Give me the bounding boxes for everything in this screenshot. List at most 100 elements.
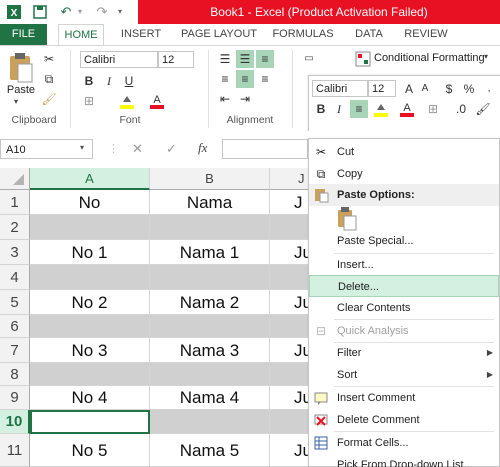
cell-c1[interactable]: J <box>270 190 310 215</box>
row-header[interactable]: 3 <box>0 240 30 265</box>
cell-a1[interactable]: No <box>30 190 150 215</box>
cell-b6[interactable] <box>150 315 270 338</box>
cell-b11[interactable]: Nama 5 <box>150 434 270 467</box>
row-header[interactable]: 8 <box>0 363 30 386</box>
cell-c11[interactable]: Ju <box>270 434 310 467</box>
tab-file[interactable]: FILE <box>0 24 47 45</box>
select-all-corner[interactable] <box>0 168 30 190</box>
cell-b3[interactable]: Nama 1 <box>150 240 270 265</box>
cell-c4[interactable] <box>270 265 310 290</box>
wrap-text-icon[interactable]: ≡ <box>256 50 274 68</box>
cell-c2[interactable] <box>270 215 310 240</box>
tab-data[interactable]: DATA <box>350 24 388 45</box>
menu-item-insert-comment[interactable]: Insert Comment <box>309 387 499 409</box>
mini-percent-icon[interactable]: % <box>460 80 478 98</box>
cell-a2[interactable] <box>30 215 150 240</box>
row-header[interactable]: 9 <box>0 386 30 410</box>
bold-button[interactable]: B <box>80 72 98 90</box>
row-header[interactable]: 4 <box>0 265 30 290</box>
column-header-b[interactable]: B <box>150 168 270 190</box>
align-right-icon[interactable]: ≡ <box>256 70 274 88</box>
cell-a8[interactable] <box>30 363 150 386</box>
menu-item-delete-comment[interactable]: Delete Comment <box>309 409 499 431</box>
tab-review[interactable]: REVIEW <box>398 24 454 45</box>
mini-font-size-combo[interactable]: 12 <box>368 80 396 97</box>
mini-decrease-font-icon[interactable]: A <box>416 80 434 98</box>
tab-formulas[interactable]: FORMULAS <box>270 24 336 45</box>
font-color-icon[interactable]: A <box>148 92 166 110</box>
fill-color-icon[interactable] <box>118 92 136 110</box>
cell-a7[interactable]: No 3 <box>30 338 150 363</box>
cell-c6[interactable] <box>270 315 310 338</box>
paste-icon[interactable] <box>6 52 36 84</box>
cell-a6[interactable] <box>30 315 150 338</box>
paste-label[interactable]: Paste <box>6 84 36 96</box>
align-left-icon[interactable]: ≡ <box>216 70 234 88</box>
cell-b2[interactable] <box>150 215 270 240</box>
cut-icon[interactable]: ✂ <box>40 50 58 68</box>
row-header[interactable]: 2 <box>0 215 30 240</box>
column-header-a[interactable]: A <box>30 168 150 190</box>
menu-item-paste-special[interactable]: Paste Special... <box>309 230 499 252</box>
row-header[interactable]: 11 <box>0 434 30 467</box>
cell-b5[interactable]: Nama 2 <box>150 290 270 315</box>
mini-decimal-icon[interactable]: .0 <box>452 100 470 118</box>
mini-align-center-icon[interactable]: ≡ <box>350 100 368 118</box>
cell-b9[interactable]: Nama 4 <box>150 386 270 410</box>
menu-item-insert[interactable]: Insert... <box>309 254 499 276</box>
cell-a10[interactable] <box>30 410 150 434</box>
cell-a5[interactable]: No 2 <box>30 290 150 315</box>
decrease-indent-icon[interactable]: ⇤ <box>216 90 234 108</box>
underline-button[interactable]: U <box>120 72 138 90</box>
mini-font-name-combo[interactable]: Calibri <box>312 80 368 97</box>
cell-a4[interactable] <box>30 265 150 290</box>
mini-italic-button[interactable]: I <box>330 100 348 118</box>
conditional-formatting-icon[interactable] <box>354 50 372 68</box>
tab-insert[interactable]: INSERT <box>118 24 164 45</box>
cell-c8[interactable] <box>270 363 310 386</box>
italic-button[interactable]: I <box>100 72 118 90</box>
number-format-icon[interactable]: ▭ <box>300 50 318 68</box>
row-header[interactable]: 10 <box>0 410 30 434</box>
borders-icon[interactable]: ⊞ <box>80 92 98 110</box>
row-header[interactable]: 7 <box>0 338 30 363</box>
mini-bold-button[interactable]: B <box>312 100 330 118</box>
row-header[interactable]: 6 <box>0 315 30 338</box>
copy-icon[interactable]: ⧉ <box>40 70 58 88</box>
cell-c10[interactable] <box>270 410 310 434</box>
cell-c7[interactable]: Ju <box>270 338 310 363</box>
menu-item-copy[interactable]: ⧉ Copy <box>309 163 499 185</box>
cancel-icon[interactable]: ✕ <box>132 141 143 157</box>
tab-page-layout[interactable]: PAGE LAYOUT <box>178 24 260 45</box>
paste-dropdown-icon[interactable]: ▾ <box>14 97 18 106</box>
menu-item-cut[interactable]: ✂ Cut <box>309 141 499 163</box>
undo-dropdown-icon[interactable]: ▾ <box>72 4 88 20</box>
tab-home[interactable]: HOME <box>58 24 104 45</box>
format-painter-icon[interactable]: 🖌 <box>40 90 58 108</box>
cell-c3[interactable]: Ju <box>270 240 310 265</box>
cell-b7[interactable]: Nama 3 <box>150 338 270 363</box>
enter-icon[interactable]: ✓ <box>166 141 177 157</box>
paste-option-icon[interactable] <box>336 207 358 231</box>
cell-c9[interactable]: Ju <box>270 386 310 410</box>
align-center-icon[interactable]: ≡ <box>236 70 254 88</box>
conditional-formatting-dropdown-icon[interactable]: ▾ <box>484 52 488 61</box>
save-icon[interactable] <box>32 4 48 20</box>
redo-icon[interactable]: ↷ <box>94 4 110 20</box>
insert-function-icon[interactable]: fx <box>198 140 207 156</box>
customize-qat-icon[interactable]: ▾ <box>112 4 128 20</box>
cell-b4[interactable] <box>150 265 270 290</box>
font-size-combo[interactable]: 12 <box>158 51 194 68</box>
column-header-c[interactable]: J <box>270 168 310 190</box>
cell-a11[interactable]: No 5 <box>30 434 150 467</box>
row-header[interactable]: 5 <box>0 290 30 315</box>
cell-a9[interactable]: No 4 <box>30 386 150 410</box>
menu-item-clear-contents[interactable]: Clear Contents <box>309 297 499 319</box>
cell-b8[interactable] <box>150 363 270 386</box>
conditional-formatting-button[interactable]: Conditional Formatting <box>374 52 485 64</box>
cell-c5[interactable]: Ju <box>270 290 310 315</box>
align-top-icon[interactable]: ☰ <box>216 50 234 68</box>
menu-item-delete[interactable]: Delete... <box>309 275 499 297</box>
mini-format-painter-icon[interactable]: 🖌 <box>474 100 492 118</box>
formula-input[interactable] <box>222 139 308 159</box>
